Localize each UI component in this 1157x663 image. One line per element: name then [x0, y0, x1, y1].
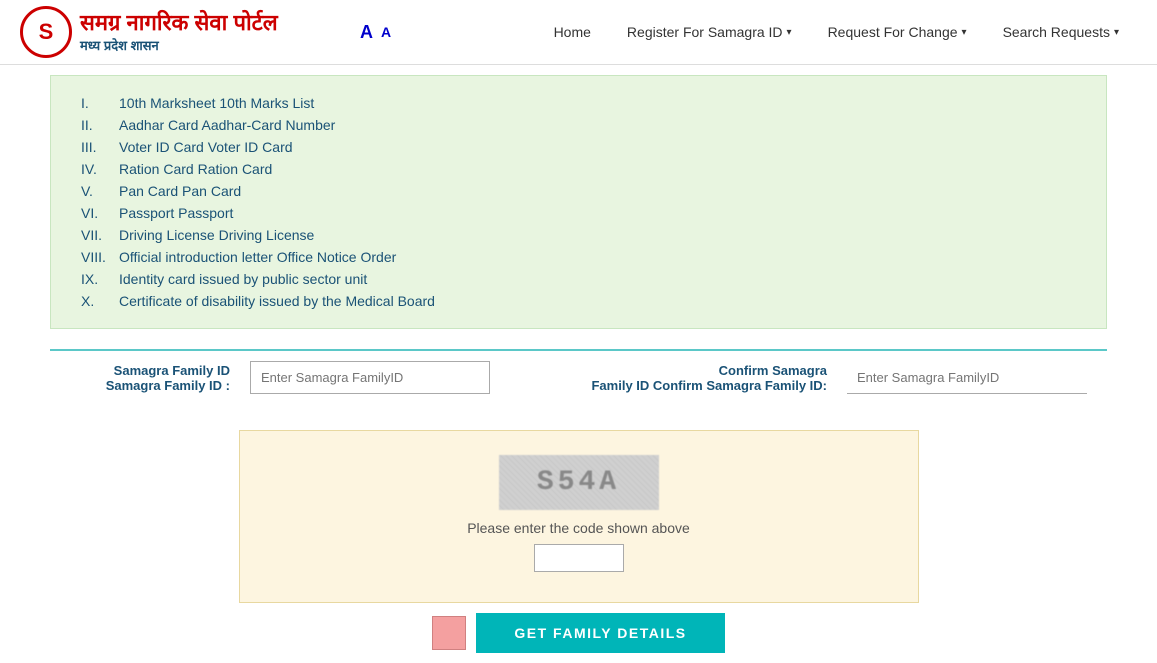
confirm-label-2: Family ID Confirm Samagra Family ID: [591, 378, 827, 393]
roman-numeral: V. [81, 183, 119, 199]
logo-area: S समग्र नागरिक सेवा पोर्टल मध्य प्रदेश श… [20, 6, 320, 58]
nav-home[interactable]: Home [536, 6, 609, 58]
logo-text: समग्र नागरिक सेवा पोर्टल मध्य प्रदेश शास… [80, 10, 278, 54]
captcha-image: S54A [499, 455, 659, 510]
nav-request-change[interactable]: Request For Change ▾ [810, 6, 985, 58]
nav-request-arrow: ▾ [962, 27, 967, 38]
roman-numeral: VII. [81, 227, 119, 243]
captcha-input[interactable] [534, 544, 624, 572]
confirm-id-group: Confirm Samagra Family ID Confirm Samagr… [591, 362, 1087, 394]
list-item: IV.Ration Card Ration Card [81, 158, 1082, 180]
nav-register-arrow: ▾ [787, 27, 792, 38]
font-small-button[interactable]: A [381, 24, 391, 40]
list-item: VII.Driving License Driving License [81, 224, 1082, 246]
list-item: V.Pan Card Pan Card [81, 180, 1082, 202]
logo-icon: S [20, 6, 72, 58]
logo-title: समग्र नागरिक सेवा पोर्टल [80, 10, 278, 36]
roman-numeral: VIII. [81, 249, 119, 265]
document-list-box: I.10th Marksheet 10th Marks ListII.Aadha… [50, 75, 1107, 329]
list-item-text: Voter ID Card Voter ID Card [119, 139, 293, 155]
samagra-label-2: Samagra Family ID : [106, 378, 230, 393]
list-item-text: Aadhar Card Aadhar-Card Number [119, 117, 335, 133]
list-item: I.10th Marksheet 10th Marks List [81, 92, 1082, 114]
roman-numeral: IV. [81, 161, 119, 177]
header: S समग्र नागरिक सेवा पोर्टल मध्य प्रदेश श… [0, 0, 1157, 65]
list-item-text: Driving License Driving License [119, 227, 314, 243]
list-item-text: Certificate of disability issued by the … [119, 293, 435, 309]
get-family-details-button[interactable]: GET FAMILY DETAILS [476, 613, 724, 653]
list-item-text: Passport Passport [119, 205, 233, 221]
main-content: I.10th Marksheet 10th Marks ListII.Aadha… [0, 65, 1157, 663]
roman-numeral: VI. [81, 205, 119, 221]
confirm-label-group: Confirm Samagra Family ID Confirm Samagr… [591, 363, 827, 393]
captcha-prompt: Please enter the code shown above [467, 520, 690, 536]
samagra-label-group: Samagra Family ID Samagra Family ID : [70, 363, 230, 393]
confirm-label-1: Confirm Samagra [719, 363, 827, 378]
nav-search-arrow: ▾ [1114, 27, 1119, 38]
list-item-text: Official introduction letter Office Noti… [119, 249, 396, 265]
captcha-section: S54A Please enter the code shown above [239, 430, 919, 603]
list-item: VI.Passport Passport [81, 202, 1082, 224]
list-item: IX.Identity card issued by public sector… [81, 268, 1082, 290]
roman-numeral: III. [81, 139, 119, 155]
list-item: III.Voter ID Card Voter ID Card [81, 136, 1082, 158]
roman-numeral: IX. [81, 271, 119, 287]
list-item-text: Pan Card Pan Card [119, 183, 241, 199]
nav-menu: Home Register For Samagra ID ▾ Request F… [536, 6, 1137, 58]
font-large-button[interactable]: A [360, 22, 373, 43]
roman-numeral: X. [81, 293, 119, 309]
list-item: VIII.Official introduction letter Office… [81, 246, 1082, 268]
confirm-family-id-input[interactable] [847, 362, 1087, 394]
roman-numeral: II. [81, 117, 119, 133]
captcha-code: S54A [537, 467, 620, 498]
list-item: X.Certificate of disability issued by th… [81, 290, 1082, 312]
form-section: Samagra Family ID Samagra Family ID : Co… [50, 349, 1107, 420]
submit-row: GET FAMILY DETAILS [50, 613, 1107, 653]
roman-numeral: I. [81, 95, 119, 111]
nav-search-requests[interactable]: Search Requests ▾ [985, 24, 1137, 40]
nav-register[interactable]: Register For Samagra ID ▾ [609, 6, 810, 58]
list-item-text: Ration Card Ration Card [119, 161, 272, 177]
logo-subtitle: मध्य प्रदेश शासन [80, 36, 278, 54]
pink-indicator [432, 616, 466, 650]
list-item-text: 10th Marksheet 10th Marks List [119, 95, 314, 111]
list-item: II.Aadhar Card Aadhar-Card Number [81, 114, 1082, 136]
family-id-row: Samagra Family ID Samagra Family ID : Co… [70, 361, 1087, 394]
list-item-text: Identity card issued by public sector un… [119, 271, 367, 287]
document-list: I.10th Marksheet 10th Marks ListII.Aadha… [81, 92, 1082, 312]
samagra-label-1: Samagra Family ID [114, 363, 230, 378]
samagra-family-id-input[interactable] [250, 361, 490, 394]
font-controls: A A [360, 22, 391, 43]
